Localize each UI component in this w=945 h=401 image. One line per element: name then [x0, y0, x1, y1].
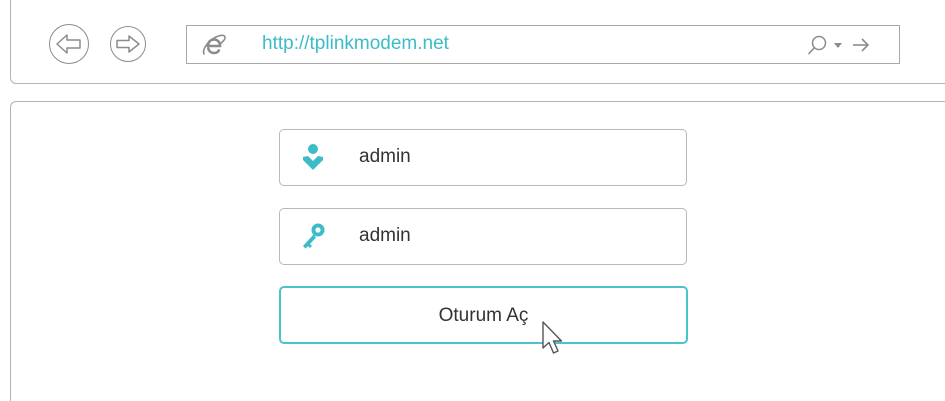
password-value[interactable]: admin	[359, 209, 411, 263]
forward-button[interactable]	[110, 26, 146, 62]
browser-toolbar: http://tplinkmodem.net	[10, 0, 945, 84]
login-button[interactable]: Oturum Aç	[279, 286, 688, 344]
url-text[interactable]: http://tplinkmodem.net	[262, 31, 449, 57]
go-arrow-icon[interactable]	[851, 36, 871, 54]
back-arrow-icon	[56, 34, 81, 54]
internet-explorer-icon	[202, 34, 226, 55]
chevron-down-icon[interactable]	[833, 40, 843, 50]
user-icon	[303, 144, 323, 170]
forward-arrow-icon	[116, 35, 140, 53]
username-field[interactable]: admin	[279, 129, 687, 186]
address-bar[interactable]: http://tplinkmodem.net	[186, 25, 900, 64]
search-icon[interactable]	[807, 35, 829, 55]
password-field[interactable]: admin	[279, 208, 687, 265]
back-button[interactable]	[49, 24, 89, 64]
key-icon	[303, 223, 325, 249]
username-value[interactable]: admin	[359, 130, 411, 184]
